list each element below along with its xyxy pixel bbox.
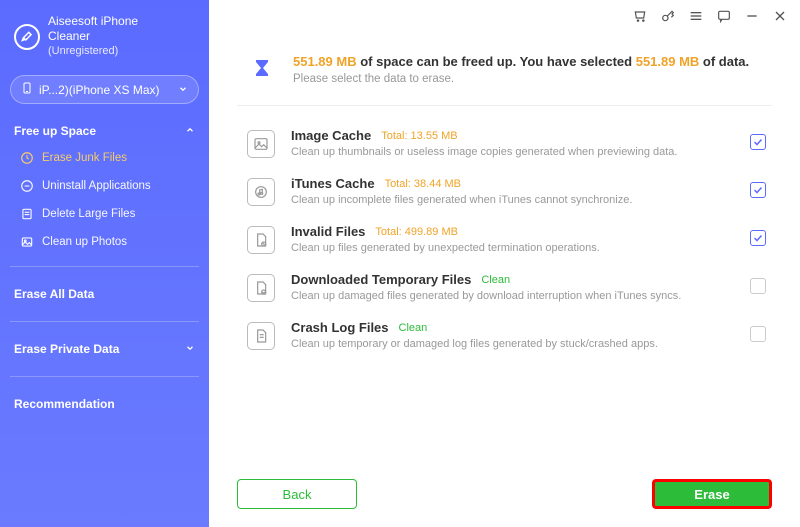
cleanup-list: Image Cache Total: 13.55 MB Clean up thum… (237, 124, 772, 350)
selected-amount: 551.89 MB (636, 54, 700, 69)
key-icon[interactable] (660, 8, 676, 24)
chevron-up-icon (185, 124, 195, 138)
sidebar-item-label: Erase Junk Files (42, 152, 127, 164)
sidebar-item-uninstall[interactable]: Uninstall Applications (10, 172, 199, 200)
divider (10, 321, 199, 322)
erase-button[interactable]: Erase (652, 479, 772, 509)
cart-icon[interactable] (632, 8, 648, 24)
feedback-icon[interactable] (716, 8, 732, 24)
image-icon (247, 130, 275, 158)
sidebar-item-erase-junk[interactable]: Erase Junk Files (10, 144, 199, 172)
row-image-cache: Image Cache Total: 13.55 MB Clean up thum… (247, 128, 766, 158)
sidebar-item-erase-all[interactable]: Erase All Data (10, 277, 199, 311)
row-desc: Clean up temporary or damaged log files … (291, 338, 734, 350)
sidebar-item-label: Erase Private Data (14, 342, 119, 356)
file-icon (20, 207, 34, 221)
music-icon (247, 178, 275, 206)
file-log-icon (247, 322, 275, 350)
row-desc: Clean up damaged files generated by down… (291, 290, 734, 302)
minimize-icon[interactable] (744, 8, 760, 24)
checkbox-downloaded-temp[interactable] (750, 278, 766, 294)
sidebar-item-label: Uninstall Applications (42, 180, 151, 192)
row-desc: Clean up files generated by unexpected t… (291, 242, 734, 254)
summary: 551.89 MB of space can be freed up. You … (237, 48, 772, 99)
row-desc: Clean up incomplete files generated when… (291, 194, 734, 206)
row-desc: Clean up thumbnails or useless image cop… (291, 146, 734, 158)
button-label: Back (283, 487, 312, 502)
footer: Back Erase (237, 479, 772, 509)
row-total: Total: 13.55 MB (381, 130, 457, 142)
sidebar-item-erase-private[interactable]: Erase Private Data (10, 332, 199, 366)
checkbox-itunes-cache[interactable] (750, 182, 766, 198)
summary-sub: Please select the data to erase. (293, 73, 749, 85)
back-button[interactable]: Back (237, 479, 357, 509)
checkbox-invalid-files[interactable] (750, 230, 766, 246)
sidebar-item-recommendation[interactable]: Recommendation (10, 387, 199, 421)
apps-icon (20, 179, 34, 193)
sidebar-item-large-files[interactable]: Delete Large Files (10, 200, 199, 228)
titlebar (632, 8, 788, 24)
sidebar-item-label: Recommendation (14, 397, 115, 411)
summary-text-end: of data. (699, 54, 749, 69)
divider (237, 105, 772, 106)
sidebar-item-clean-photos[interactable]: Clean up Photos (10, 228, 199, 256)
phone-icon (21, 82, 33, 97)
clock-icon (20, 151, 34, 165)
free-amount: 551.89 MB (293, 54, 357, 69)
hourglass-icon (247, 54, 277, 84)
summary-line: 551.89 MB of space can be freed up. You … (293, 54, 749, 69)
divider (10, 266, 199, 267)
app-title: Aiseesoft iPhone (48, 14, 138, 29)
file-invalid-icon (247, 226, 275, 254)
sidebar: Aiseesoft iPhone Cleaner (Unregistered) … (0, 0, 209, 527)
row-title: Image Cache (291, 128, 371, 143)
row-title: Downloaded Temporary Files (291, 272, 471, 287)
sidebar-item-label: Delete Large Files (42, 208, 135, 220)
row-total: Total: 38.44 MB (385, 178, 461, 190)
checkbox-crash-log[interactable] (750, 326, 766, 342)
row-invalid-files: Invalid Files Total: 499.89 MB Clean up f… (247, 224, 766, 254)
row-itunes-cache: iTunes Cache Total: 38.44 MB Clean up inc… (247, 176, 766, 206)
row-title: Crash Log Files (291, 320, 389, 335)
row-total: Clean (481, 274, 510, 286)
sidebar-item-label: Erase All Data (14, 287, 94, 301)
device-label: iP...2)(iPhone XS Max) (39, 83, 160, 97)
checkbox-image-cache[interactable] (750, 134, 766, 150)
main-panel: 551.89 MB of space can be freed up. You … (209, 0, 800, 527)
chevron-down-icon (178, 83, 188, 97)
divider (10, 376, 199, 377)
row-crash-log: Crash Log Files Clean Clean up temporary … (247, 320, 766, 350)
chevron-down-icon (185, 342, 195, 356)
app-logo-icon (14, 24, 40, 50)
app-subtitle: Cleaner (48, 29, 138, 44)
summary-text-mid: of space can be freed up. You have selec… (357, 54, 636, 69)
close-icon[interactable] (772, 8, 788, 24)
row-total: Total: 499.89 MB (375, 226, 458, 238)
row-title: Invalid Files (291, 224, 365, 239)
sidebar-item-label: Clean up Photos (42, 236, 127, 248)
row-downloaded-temp: Downloaded Temporary Files Clean Clean up… (247, 272, 766, 302)
device-selector[interactable]: iP...2)(iPhone XS Max) (10, 75, 199, 104)
brand: Aiseesoft iPhone Cleaner (Unregistered) (10, 10, 199, 69)
row-title: iTunes Cache (291, 176, 375, 191)
app-status: (Unregistered) (48, 44, 138, 59)
button-label: Erase (694, 487, 729, 502)
menu-icon[interactable] (688, 8, 704, 24)
file-download-icon (247, 274, 275, 302)
row-total: Clean (399, 322, 428, 334)
photo-icon (20, 235, 34, 249)
section-label: Free up Space (14, 124, 96, 138)
sidebar-section-free-space[interactable]: Free up Space (10, 118, 199, 144)
